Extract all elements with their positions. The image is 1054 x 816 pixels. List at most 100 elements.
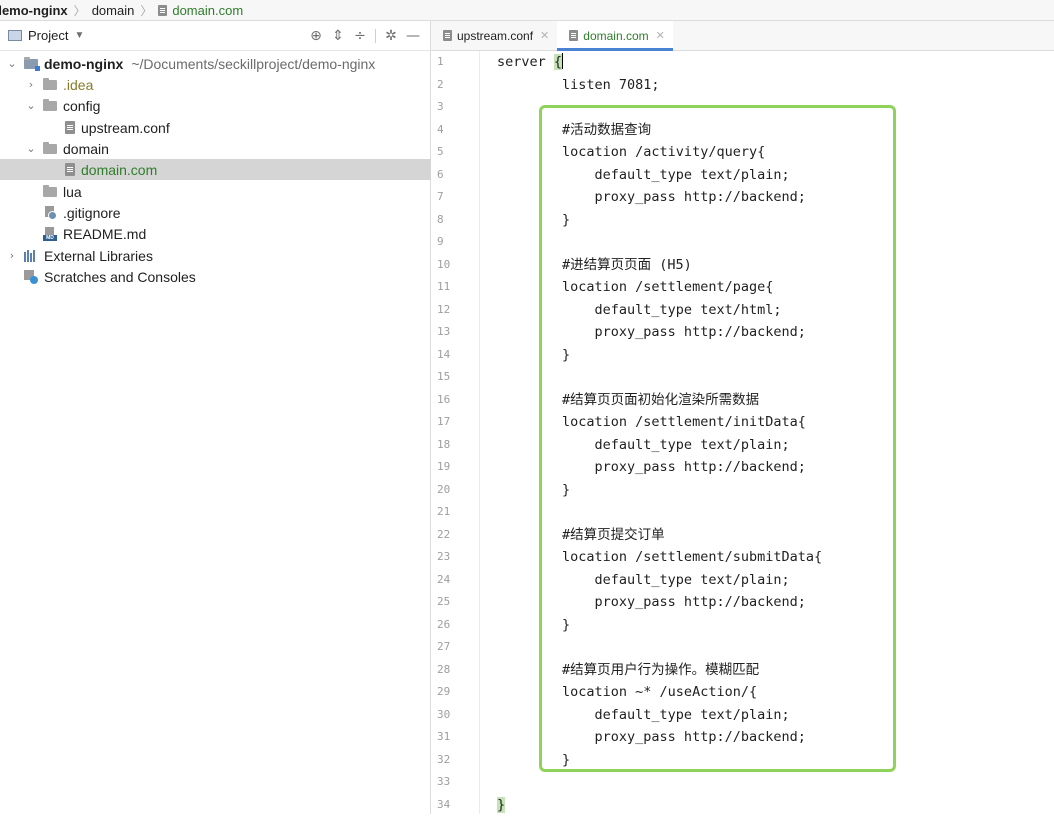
code-line[interactable]: listen 7081; <box>497 74 660 97</box>
line-number: 6 <box>437 164 465 187</box>
close-icon[interactable]: ✕ <box>540 29 549 42</box>
toolbar-divider <box>375 29 376 43</box>
line-number: 29 <box>437 681 465 704</box>
code-line[interactable]: #进结算页页面 (H5) <box>497 254 692 277</box>
line-number-gutter: 1234567891011121314151617181920212223242… <box>431 51 480 814</box>
tree-item-upstream-conf[interactable]: upstream.conf <box>0 117 495 138</box>
line-number: 7 <box>437 186 465 209</box>
expand-all-icon[interactable]: ⇕ <box>327 28 349 44</box>
code-line[interactable]: location /settlement/submitData{ <box>497 546 822 569</box>
close-icon[interactable]: ✕ <box>656 29 665 42</box>
chevron-down-icon[interactable]: ⌄ <box>6 57 18 70</box>
file-icon <box>443 30 452 41</box>
tree-item-domain-com[interactable]: domain.com <box>0 159 495 180</box>
code-line[interactable]: #结算页用户行为操作。模糊匹配 <box>497 659 759 682</box>
line-number: 20 <box>437 479 465 502</box>
code-line[interactable]: location ~* /useAction/{ <box>497 681 757 704</box>
line-number: 27 <box>437 636 465 659</box>
tree-item-label: domain <box>63 141 109 157</box>
code-line[interactable]: location /activity/query{ <box>497 141 765 164</box>
code-line[interactable]: proxy_pass http://backend; <box>497 321 806 344</box>
tree-item-readme[interactable]: MD README.md <box>0 223 473 244</box>
gear-icon[interactable]: ✲ <box>380 28 402 44</box>
project-view-selector[interactable]: Project <box>28 28 68 43</box>
line-number: 11 <box>437 276 465 299</box>
line-number: 8 <box>437 209 465 232</box>
locate-icon[interactable]: ⊕ <box>305 28 327 44</box>
breadcrumb-item-folder[interactable]: domain <box>92 3 135 18</box>
project-panel-icon <box>8 30 22 41</box>
breadcrumb-item-file[interactable]: domain.com <box>158 3 243 18</box>
tree-item-idea[interactable]: › .idea <box>0 74 455 95</box>
tree-item-scratches[interactable]: Scratches and Consoles <box>0 266 454 287</box>
folder-icon <box>43 187 57 197</box>
line-number: 30 <box>437 704 465 727</box>
tree-item-demo-nginx[interactable]: ⌄ demo-nginx ~/Documents/seckillproject/… <box>0 53 436 74</box>
code-line[interactable]: #活动数据查询 <box>497 119 651 142</box>
code-line[interactable]: } <box>497 794 505 816</box>
collapse-all-icon[interactable]: ÷ <box>349 28 371 44</box>
line-number: 13 <box>437 321 465 344</box>
line-number: 10 <box>437 254 465 277</box>
code-line[interactable]: #结算页页面初始化渲染所需数据 <box>497 389 759 412</box>
tree-item-external-libraries[interactable]: › External Libraries <box>0 245 436 266</box>
code-editor[interactable]: 1234567891011121314151617181920212223242… <box>431 51 1054 814</box>
editor-tabbar: upstream.conf ✕ domain.com ✕ <box>431 21 1054 51</box>
code-line[interactable]: } <box>497 344 570 367</box>
breadcrumb: demo-nginx 〉 domain 〉 domain.com <box>0 0 1054 21</box>
code-line[interactable]: proxy_pass http://backend; <box>497 186 806 209</box>
code-line[interactable]: proxy_pass http://backend; <box>497 591 806 614</box>
code-line[interactable]: location /settlement/page{ <box>497 276 773 299</box>
code-line[interactable]: server { <box>497 51 563 74</box>
code-line[interactable]: location /settlement/initData{ <box>497 411 806 434</box>
tree-item-lua[interactable]: lua <box>0 181 473 202</box>
code-line[interactable]: default_type text/html; <box>497 299 781 322</box>
project-toolbar-actions: ⊕ ⇕ ÷ ✲ — <box>305 21 424 50</box>
code-line[interactable]: proxy_pass http://backend; <box>497 456 806 479</box>
tree-item-label: config <box>63 98 100 114</box>
chevron-down-icon[interactable]: ▼ <box>74 30 84 41</box>
tree-item-path: ~/Documents/seckillproject/demo-nginx <box>131 56 375 72</box>
line-number: 19 <box>437 456 465 479</box>
code-line[interactable]: proxy_pass http://backend; <box>497 726 806 749</box>
line-number: 25 <box>437 591 465 614</box>
chevron-down-icon[interactable]: ⌄ <box>25 99 37 112</box>
code-line[interactable]: } <box>497 749 570 772</box>
code-line[interactable]: } <box>497 209 570 232</box>
file-icon <box>158 5 167 16</box>
code-line[interactable]: default_type text/plain; <box>497 704 790 727</box>
chevron-down-icon[interactable]: ⌄ <box>25 142 37 155</box>
scratches-icon <box>24 270 38 284</box>
tab-domain-com[interactable]: domain.com ✕ <box>557 21 673 50</box>
line-number: 28 <box>437 659 465 682</box>
file-icon <box>65 163 75 176</box>
tree-item-gitignore[interactable]: .gitignore <box>0 202 475 223</box>
tree-item-config[interactable]: ⌄ config <box>0 95 455 116</box>
tree-item-label: .gitignore <box>63 205 121 221</box>
minimize-icon[interactable]: — <box>402 28 424 44</box>
line-number: 15 <box>437 366 465 389</box>
line-number: 1 <box>437 51 465 74</box>
breadcrumb-separator-icon: 〉 <box>74 2 86 19</box>
chevron-right-icon[interactable]: › <box>6 249 18 262</box>
tree-item-domain[interactable]: ⌄ domain <box>0 138 455 159</box>
line-number: 24 <box>437 569 465 592</box>
tree-item-label: lua <box>63 184 82 200</box>
line-number: 31 <box>437 726 465 749</box>
line-number: 21 <box>437 501 465 524</box>
code-line[interactable]: } <box>497 479 570 502</box>
code-line[interactable]: default_type text/plain; <box>497 569 790 592</box>
breadcrumb-item-project[interactable]: demo-nginx <box>0 3 68 18</box>
tree-item-label: Scratches and Consoles <box>44 269 196 285</box>
matched-brace: { <box>554 54 562 70</box>
code-line[interactable]: #结算页提交订单 <box>497 524 665 547</box>
code-line[interactable]: default_type text/plain; <box>497 434 790 457</box>
breadcrumb-separator-icon: 〉 <box>140 2 152 19</box>
tree-item-label: .idea <box>63 77 93 93</box>
text-caret <box>562 53 563 69</box>
code-line[interactable]: } <box>497 614 570 637</box>
tab-upstream-conf[interactable]: upstream.conf ✕ <box>431 21 557 50</box>
file-icon <box>65 121 75 134</box>
code-line[interactable]: default_type text/plain; <box>497 164 790 187</box>
chevron-right-icon[interactable]: › <box>25 78 37 91</box>
